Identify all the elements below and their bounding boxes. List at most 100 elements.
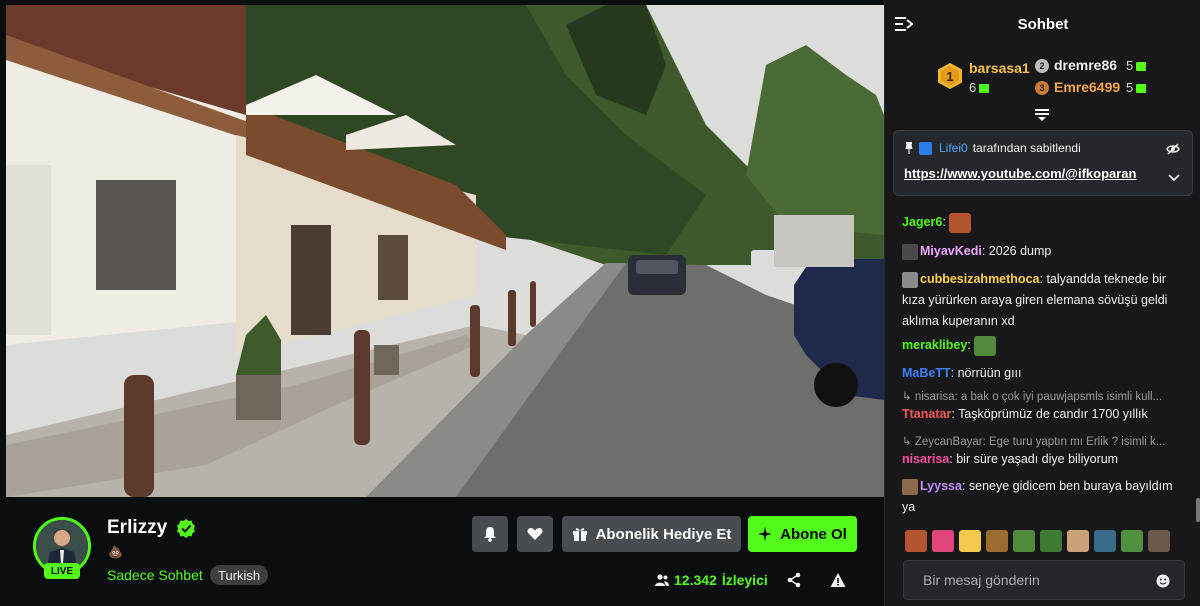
chat-input-placeholder: Bir mesaj gönderin — [923, 572, 1040, 588]
gift-mini-icon — [1136, 84, 1147, 94]
report-icon[interactable] — [830, 572, 846, 588]
chevron-down-icon[interactable] — [1168, 173, 1180, 183]
leaderboard-third-count: 5 — [1126, 80, 1147, 95]
chat-input[interactable]: Bir mesaj gönderin — [903, 560, 1185, 600]
leaderboard-first-name[interactable]: barsasa1 — [969, 60, 1030, 76]
video-column: LIVE Erlizzy 💩 Sadece Sohbet Turkish Abo… — [0, 0, 884, 606]
leaderboard-first-count-value: 6 — [969, 80, 977, 95]
subscribe-label: Abone Ol — [780, 525, 847, 543]
stream-title: 💩 — [108, 545, 123, 559]
chat-username[interactable]: Lyyssa — [920, 479, 962, 493]
stream-info-bar: LIVE Erlizzy 💩 Sadece Sohbet Turkish Abo… — [0, 497, 884, 606]
bell-icon — [484, 527, 496, 542]
chat-scrollbar[interactable] — [1196, 498, 1200, 522]
leaderboard-second-name[interactable]: dremre86 — [1054, 57, 1117, 73]
leaderboard-third-name[interactable]: Emre6499 — [1054, 79, 1120, 95]
follow-button[interactable] — [517, 516, 553, 552]
gift-mini-icon — [979, 84, 990, 94]
chat-message-reply: ↳ nisarisa: a bak o çok iyi pauwjapsmls … — [902, 387, 1180, 425]
expand-leaderboard-icon[interactable] — [1035, 108, 1049, 122]
heart-icon — [527, 528, 543, 540]
chat-header: Sohbet — [885, 0, 1200, 48]
emote-icon[interactable] — [1013, 530, 1035, 552]
third-place-badge: 3 — [1035, 81, 1049, 95]
chat-text: bir süre yaşadı diye biliyorum — [956, 452, 1119, 466]
leaderboard-first-count: 6 — [969, 80, 990, 95]
leaderboard-second-count-value: 5 — [1126, 58, 1134, 73]
emote-icon — [973, 335, 996, 356]
moderator-badge-icon — [919, 141, 932, 155]
chat-username[interactable]: Jager6 — [902, 215, 942, 229]
notification-button[interactable] — [472, 516, 508, 552]
chat-message: cubbesizahmethoca: talyandda teknede bir… — [902, 271, 1168, 328]
gift-mini-icon — [1136, 62, 1147, 72]
chat-text: Taşköprümüz de candır 1700 yıllık — [958, 407, 1148, 421]
viewers-icon — [655, 574, 669, 586]
sparkle-icon — [758, 527, 773, 541]
streamer-name[interactable]: Erlizzy — [107, 517, 167, 539]
quick-emote-bar — [905, 530, 1195, 558]
reply-preview-text: ZeycanBayar: Ege turu yaptın mı Erlik ? … — [914, 436, 1166, 448]
gift-subscription-label: Abonelik Hediye Et — [595, 525, 732, 543]
gifter-badge-icon — [902, 243, 918, 260]
pin-icon — [905, 142, 913, 154]
first-place-rank: 1 — [946, 69, 953, 84]
gift-subscription-button[interactable]: Abonelik Hediye Et — [562, 516, 741, 552]
pinned-by-label: tarafından sabitlendi — [972, 141, 1081, 155]
pinned-by-user[interactable]: Lifei0 — [939, 141, 968, 155]
emote-icon[interactable] — [905, 530, 927, 552]
stream-page: LIVE Erlizzy 💩 Sadece Sohbet Turkish Abo… — [0, 0, 1200, 606]
chat-title: Sohbet — [1017, 15, 1069, 33]
verified-icon — [177, 519, 195, 538]
pinned-link[interactable]: https://www.youtube.com/@ifkoparan — [904, 166, 1136, 181]
gift-icon — [572, 528, 587, 541]
emote-icon[interactable] — [1040, 530, 1062, 552]
subscriber-badge-icon — [902, 478, 918, 495]
viewer-count-label: İzleyici — [721, 572, 768, 588]
subscriber-badge-icon — [902, 271, 918, 288]
viewer-count: 12.342 İzleyici — [655, 572, 768, 588]
viewer-count-value: 12.342 — [674, 572, 717, 588]
emote-icon[interactable] — [1148, 530, 1170, 552]
emote-icon[interactable] — [959, 530, 981, 552]
chat-username[interactable]: MiyavKedi — [920, 244, 982, 258]
chat-username[interactable]: cubbesizahmethoca — [920, 272, 1039, 286]
emote-icon[interactable] — [1067, 530, 1089, 552]
chat-message: MaBeTT: nörrüün gııı — [902, 366, 1022, 380]
emote-icon — [948, 212, 971, 233]
language-tag[interactable]: Turkish — [210, 565, 269, 585]
subscribe-button[interactable]: Abone Ol — [748, 516, 857, 552]
chat-panel: Sohbet 1 barsasa1 6 2 dremre86 5 3 Emre6… — [884, 0, 1200, 606]
chat-messages: Jager6: MiyavKedi: 2026 dump cubbesizahm… — [885, 196, 1200, 526]
chat-message-reply: ↳ ZeycanBayar: Ege turu yaptın mı Erlik … — [902, 432, 1180, 470]
chat-text: 2026 dump — [988, 244, 1052, 258]
emote-icon[interactable] — [932, 530, 954, 552]
collapse-chat-icon[interactable] — [895, 16, 913, 32]
category-link[interactable]: Sadece Sohbet — [107, 567, 203, 583]
video-player[interactable] — [6, 5, 884, 497]
emote-icon[interactable] — [1094, 530, 1116, 552]
pinned-message[interactable]: Lifei0 tarafından sabitlendi https://www… — [893, 130, 1193, 196]
live-badge: LIVE — [44, 563, 80, 579]
emoji-picker-icon[interactable] — [1156, 574, 1170, 588]
second-place-badge: 2 — [1035, 59, 1049, 73]
chat-username[interactable]: Ttanatar — [902, 407, 951, 421]
leaderboard-third-count-value: 5 — [1126, 80, 1134, 95]
share-icon[interactable] — [786, 572, 802, 588]
reply-preview-text: nisarisa: a bak o çok iyi pauwjapsmls is… — [914, 391, 1163, 403]
gift-leaderboard: 1 barsasa1 6 2 dremre86 5 3 Emre6499 5 — [885, 48, 1200, 108]
eye-off-icon[interactable] — [1166, 142, 1180, 156]
chat-username[interactable]: meraklibey — [902, 338, 967, 352]
chat-text: nörrüün gııı — [957, 366, 1022, 380]
emote-icon[interactable] — [986, 530, 1008, 552]
chat-message: Lyyssa: seneye gidicem ben buraya bayıld… — [902, 478, 1173, 514]
leaderboard-second-count: 5 — [1126, 58, 1147, 73]
chat-username[interactable]: MaBeTT — [902, 366, 951, 380]
video-frame — [6, 5, 884, 497]
first-place-badge: 1 — [938, 63, 962, 89]
chat-message: meraklibey: — [902, 335, 1180, 356]
pinned-header: Lifei0 tarafından sabitlendi — [904, 141, 1081, 155]
chat-message: Jager6: — [902, 212, 1180, 233]
emote-icon[interactable] — [1121, 530, 1143, 552]
chat-username[interactable]: nisarisa — [902, 452, 949, 466]
